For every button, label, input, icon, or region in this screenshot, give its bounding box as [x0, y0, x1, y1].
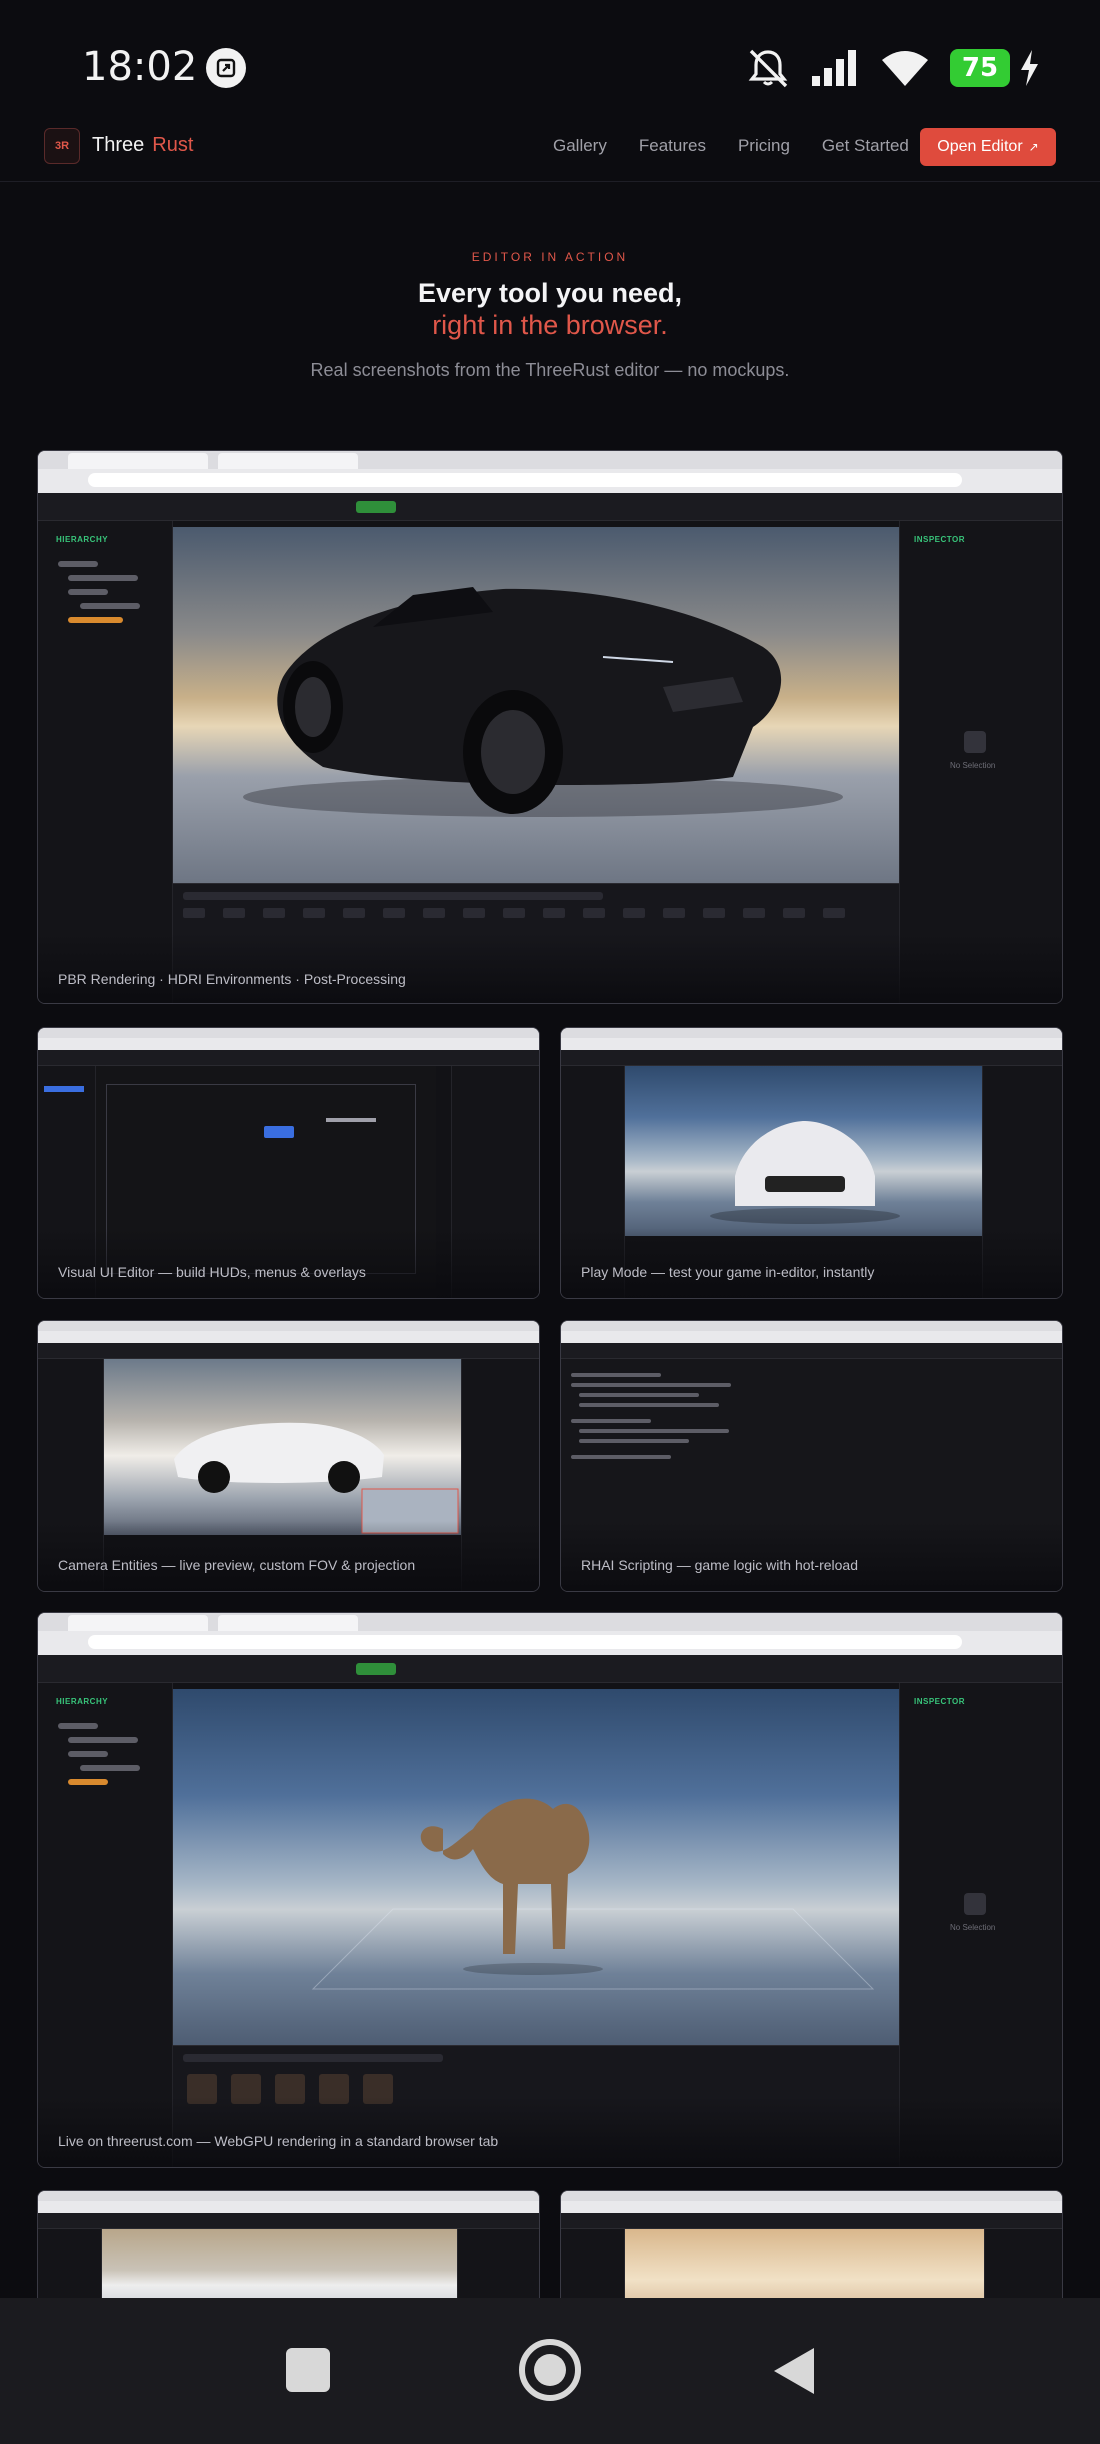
browser-chrome: [561, 2191, 1062, 2213]
editor-toolbar: [38, 2213, 539, 2229]
gallery-card-ui-editor[interactable]: Visual UI Editor — build HUDs, menus & o…: [37, 1027, 540, 1299]
inspector-title: INSPECTOR: [914, 1697, 966, 1706]
car-model: [710, 1121, 900, 1224]
card-caption: Play Mode — test your game in-editor, in…: [581, 1264, 875, 1280]
car-model: [174, 1422, 459, 1534]
hierarchy-panel: HIERARCHY: [38, 1683, 173, 2167]
gallery-card-live[interactable]: HIERARCHY INSPECTOR No Selection Live on…: [37, 1612, 1063, 2168]
browser-chrome: [561, 1321, 1062, 1343]
battery-level: 75: [950, 49, 1010, 87]
card-caption: Camera Entities — live preview, custom F…: [58, 1557, 416, 1573]
back-button[interactable]: [768, 2344, 818, 2398]
brand-name-first: Three: [92, 134, 145, 156]
no-selection-label: No Selection: [950, 761, 996, 770]
battery-icon: 75: [950, 48, 1040, 88]
card-caption: Visual UI Editor — build HUDs, menus & o…: [58, 1264, 366, 1280]
hierarchy-title: HIERARCHY: [56, 535, 109, 544]
car-model: [243, 587, 843, 817]
charging-icon: [1021, 50, 1038, 86]
open-editor-button[interactable]: Open Editor ↗: [920, 128, 1056, 166]
nav-link-features[interactable]: Features: [639, 136, 706, 156]
viewport[interactable]: [104, 1359, 462, 1535]
section-subtitle: Real screenshots from the ThreeRust edit…: [310, 360, 790, 380]
home-button[interactable]: [518, 2338, 582, 2402]
editor-toolbar: [561, 2213, 1062, 2229]
system-nav-bar: [0, 2298, 1100, 2444]
viewport[interactable]: [173, 1689, 901, 2045]
browser-chrome: [38, 2191, 539, 2213]
section-title-line2: right in the browser.: [432, 310, 668, 340]
signal-icon: [812, 50, 856, 86]
card-caption: PBR Rendering · HDRI Environments · Post…: [58, 971, 406, 987]
nav-link-pricing[interactable]: Pricing: [738, 136, 790, 156]
browser-chrome: [38, 1321, 539, 1343]
gallery-card-pbr[interactable]: HIERARCHY INSPECTOR No Selection PBR Ren…: [37, 450, 1063, 1004]
external-link-icon: ↗: [1028, 140, 1039, 154]
section-title-line1: Every tool you need,: [417, 278, 683, 308]
hierarchy-panel: HIERARCHY: [38, 521, 173, 1003]
viewport[interactable]: [173, 527, 901, 883]
no-selection-label: No Selection: [950, 1923, 996, 1932]
browser-chrome: [38, 451, 1062, 493]
gallery-card-scripting[interactable]: RHAI Scripting — game logic with hot-rel…: [560, 1320, 1063, 1592]
recents-button[interactable]: [286, 2348, 330, 2392]
inspector-panel: INSPECTOR No Selection: [899, 1683, 1062, 2167]
mute-icon: [748, 49, 788, 88]
brand-name-second: Rust: [152, 134, 194, 156]
browser-chrome: [38, 1613, 1062, 1655]
no-selection-icon: [964, 1893, 986, 1915]
inspector-panel: INSPECTOR No Selection: [899, 521, 1062, 1003]
browser-chrome: [38, 1028, 539, 1050]
site-nav: 3R Three Rust Gallery Features Pricing Ge…: [0, 120, 1100, 182]
editor-toolbar: [38, 1050, 539, 1066]
gallery-card-camera[interactable]: Camera Entities — live preview, custom F…: [37, 1320, 540, 1592]
nav-links: Gallery Features Pricing Get Started: [553, 136, 909, 156]
editor-toolbar: [38, 1655, 1062, 1683]
gallery-card-play-mode[interactable]: Play Mode — test your game in-editor, in…: [560, 1027, 1063, 1299]
nav-link-get-started[interactable]: Get Started: [822, 136, 909, 156]
hierarchy-title: HIERARCHY: [56, 1697, 109, 1706]
wifi-icon: [882, 51, 928, 86]
open-editor-label: Open Editor: [937, 138, 1023, 155]
editor-toolbar: [38, 1343, 539, 1359]
no-selection-icon: [964, 731, 986, 753]
nav-link-gallery[interactable]: Gallery: [553, 136, 607, 156]
section-eyebrow: EDITOR IN ACTION: [471, 250, 629, 264]
browser-chrome: [561, 1028, 1062, 1050]
status-bar: 18:02 75: [0, 0, 1100, 130]
card-caption: Live on threerust.com — WebGPU rendering…: [58, 2133, 499, 2149]
editor-toolbar: [561, 1050, 1062, 1066]
editor-toolbar: [561, 1343, 1062, 1359]
camel-model: [311, 1798, 875, 1990]
brand[interactable]: Three Rust: [92, 134, 193, 157]
viewport[interactable]: [625, 1066, 983, 1236]
logo-icon[interactable]: 3R: [44, 128, 80, 164]
screen-capture-icon: [206, 48, 246, 88]
card-caption: RHAI Scripting — game logic with hot-rel…: [581, 1557, 859, 1573]
editor-toolbar: [38, 493, 1062, 521]
inspector-title: INSPECTOR: [914, 535, 966, 544]
status-time: 18:02: [82, 44, 198, 90]
